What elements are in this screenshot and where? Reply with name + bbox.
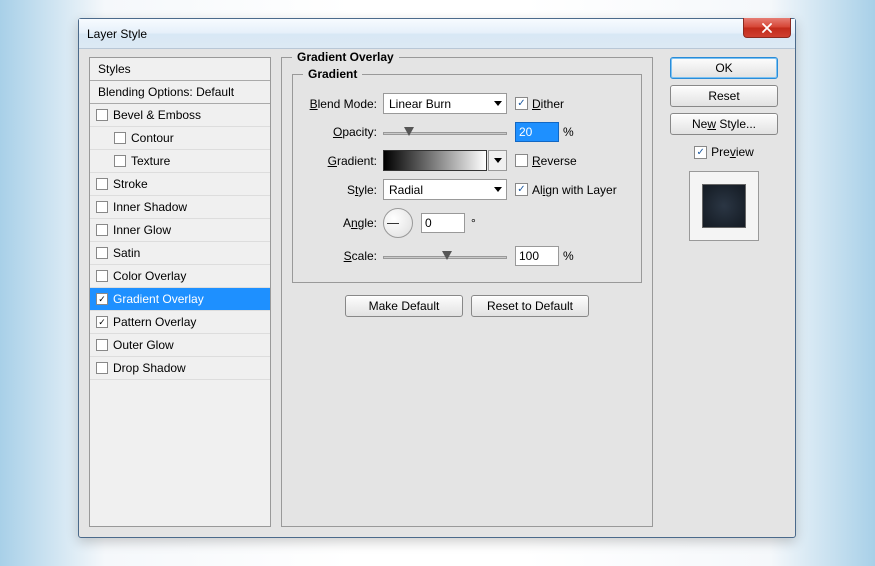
opacity-input[interactable]: [515, 122, 559, 142]
angle-suffix: °: [471, 216, 476, 230]
checkbox[interactable]: [96, 109, 108, 121]
chevron-down-icon: [494, 187, 502, 192]
style-item-label: Gradient Overlay: [113, 292, 204, 306]
row-angle: Angle: °: [303, 208, 631, 238]
checkbox[interactable]: [96, 224, 108, 236]
label-blend-mode: Blend Mode:: [303, 97, 383, 111]
style-item-satin[interactable]: Satin: [90, 242, 270, 265]
style-item-label: Outer Glow: [113, 338, 174, 352]
style-item-label: Color Overlay: [113, 269, 186, 283]
checkbox[interactable]: [96, 178, 108, 190]
opacity-slider[interactable]: [383, 132, 507, 135]
label-angle: Angle:: [303, 216, 383, 230]
style-item-label: Inner Shadow: [113, 200, 187, 214]
preview-checkbox[interactable]: ✓: [694, 146, 707, 159]
close-icon: [762, 23, 772, 33]
style-item-outer-glow[interactable]: Outer Glow: [90, 334, 270, 357]
reverse-checkbox[interactable]: [515, 154, 528, 167]
reverse-label: Reverse: [532, 154, 577, 168]
dither-checkbox[interactable]: ✓: [515, 97, 528, 110]
style-item-bevel-emboss[interactable]: Bevel & Emboss: [90, 104, 270, 127]
style-item-label: Contour: [131, 131, 174, 145]
chevron-down-icon: [494, 101, 502, 106]
options-panel: Gradient Overlay Gradient Blend Mode: Li…: [281, 57, 653, 527]
checkbox[interactable]: [96, 201, 108, 213]
checkbox[interactable]: ✓: [96, 316, 108, 328]
style-item-texture[interactable]: Texture: [90, 150, 270, 173]
slider-thumb-icon[interactable]: [442, 251, 452, 260]
align-checkbox[interactable]: ✓: [515, 183, 528, 196]
gradient-group: Gradient Blend Mode: Linear Burn ✓ Dithe…: [292, 74, 642, 283]
section-title: Gradient Overlay: [292, 50, 399, 64]
dither-label: Dither: [532, 97, 564, 111]
gradient-swatch[interactable]: [383, 150, 487, 171]
preview-label: Preview: [711, 145, 754, 159]
styles-panel: Styles Blending Options: Default Bevel &…: [89, 57, 271, 527]
row-scale: Scale: %: [303, 246, 631, 266]
slider-thumb-icon[interactable]: [404, 127, 414, 136]
window-title: Layer Style: [87, 27, 147, 41]
style-item-color-overlay[interactable]: Color Overlay: [90, 265, 270, 288]
reset-to-default-button[interactable]: Reset to Default: [471, 295, 589, 317]
style-dropdown[interactable]: Radial: [383, 179, 507, 200]
defaults-row: Make Default Reset to Default: [292, 295, 642, 317]
angle-input[interactable]: [421, 213, 465, 233]
checkbox[interactable]: [96, 362, 108, 374]
make-default-button[interactable]: Make Default: [345, 295, 463, 317]
blend-mode-dropdown[interactable]: Linear Burn: [383, 93, 507, 114]
label-scale: Scale:: [303, 249, 383, 263]
close-button[interactable]: [743, 18, 791, 38]
gradient-dropdown-button[interactable]: [488, 150, 507, 171]
checkbox[interactable]: [96, 270, 108, 282]
blending-options-item[interactable]: Blending Options: Default: [90, 81, 270, 104]
align-label: Align with Layer: [532, 183, 617, 197]
styles-header[interactable]: Styles: [90, 58, 270, 81]
preview-swatch: [702, 184, 746, 228]
style-item-label: Satin: [113, 246, 140, 260]
row-blend-mode: Blend Mode: Linear Burn ✓ Dither: [303, 93, 631, 114]
checkbox[interactable]: [114, 132, 126, 144]
opacity-suffix: %: [563, 125, 574, 139]
checkbox[interactable]: ✓: [96, 293, 108, 305]
label-style: Style:: [303, 183, 383, 197]
content-area: Styles Blending Options: Default Bevel &…: [89, 57, 785, 527]
style-item-label: Drop Shadow: [113, 361, 186, 375]
label-gradient: Gradient:: [303, 154, 383, 168]
titlebar: Layer Style: [79, 19, 795, 49]
scale-suffix: %: [563, 249, 574, 263]
style-item-label: Inner Glow: [113, 223, 171, 237]
preview-box: [689, 171, 759, 241]
style-item-inner-shadow[interactable]: Inner Shadow: [90, 196, 270, 219]
reset-button[interactable]: Reset: [670, 85, 778, 107]
scale-slider[interactable]: [383, 256, 507, 259]
group-title: Gradient: [303, 67, 362, 81]
style-item-stroke[interactable]: Stroke: [90, 173, 270, 196]
style-item-label: Bevel & Emboss: [113, 108, 201, 122]
style-value: Radial: [389, 183, 423, 197]
label-opacity: Opacity:: [303, 125, 383, 139]
style-item-contour[interactable]: Contour: [90, 127, 270, 150]
style-item-pattern-overlay[interactable]: ✓ Pattern Overlay: [90, 311, 270, 334]
checkbox[interactable]: [96, 339, 108, 351]
scale-input[interactable]: [515, 246, 559, 266]
row-opacity: Opacity: %: [303, 122, 631, 142]
style-item-gradient-overlay[interactable]: ✓ Gradient Overlay: [90, 288, 270, 311]
new-style-button[interactable]: New Style...: [670, 113, 778, 135]
style-item-drop-shadow[interactable]: Drop Shadow: [90, 357, 270, 380]
style-item-label: Stroke: [113, 177, 148, 191]
side-panel: OK Reset New Style... ✓ Preview: [663, 57, 785, 527]
style-item-inner-glow[interactable]: Inner Glow: [90, 219, 270, 242]
checkbox[interactable]: [96, 247, 108, 259]
style-item-label: Pattern Overlay: [113, 315, 196, 329]
checkbox[interactable]: [114, 155, 126, 167]
blend-mode-value: Linear Burn: [389, 97, 451, 111]
gradient-overlay-group: Gradient Overlay Gradient Blend Mode: Li…: [281, 57, 653, 527]
layer-style-dialog: Layer Style Styles Blending Options: Def…: [78, 18, 796, 538]
row-gradient: Gradient: Reverse: [303, 150, 631, 171]
ok-button[interactable]: OK: [670, 57, 778, 79]
angle-dial[interactable]: [383, 208, 413, 238]
row-style: Style: Radial ✓ Align with Layer: [303, 179, 631, 200]
style-item-label: Texture: [131, 154, 170, 168]
